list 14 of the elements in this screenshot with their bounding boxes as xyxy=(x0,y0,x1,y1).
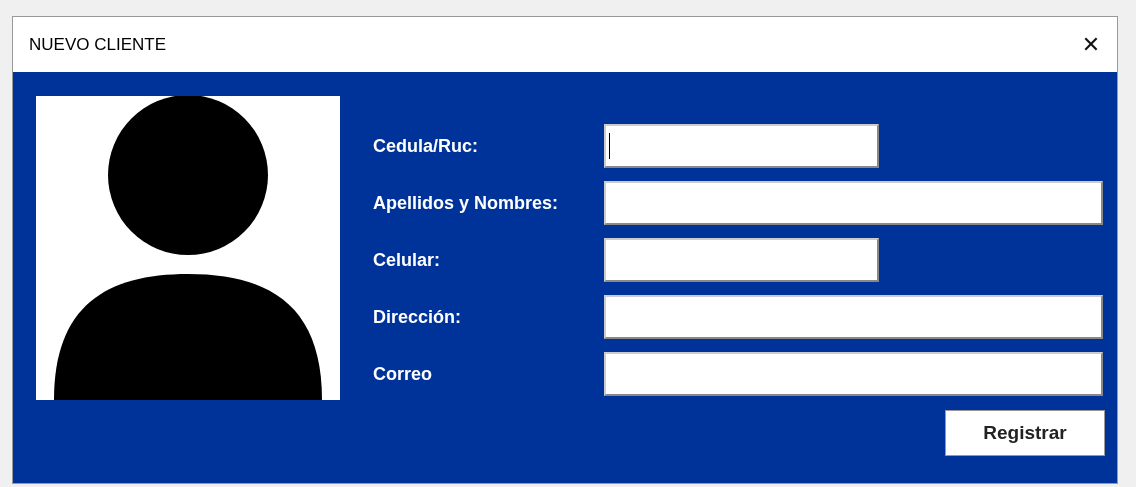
input-field[interactable] xyxy=(604,295,1103,339)
field-label: Dirección: xyxy=(373,306,463,328)
field-label: Cedula/Ruc: xyxy=(373,135,479,157)
field-label: Apellidos y Nombres: xyxy=(373,192,560,214)
field-label: Correo xyxy=(373,363,433,385)
register-button[interactable]: Registrar xyxy=(945,410,1105,456)
window-title: NUEVO CLIENTE xyxy=(29,34,166,55)
input-field[interactable] xyxy=(604,181,1103,225)
avatar-icon xyxy=(36,96,340,400)
close-button[interactable]: ✕ xyxy=(1065,24,1117,65)
input-field[interactable] xyxy=(604,124,879,168)
input-field[interactable] xyxy=(604,238,879,282)
input-field[interactable] xyxy=(604,352,1103,396)
field-label: Celular: xyxy=(373,249,442,271)
